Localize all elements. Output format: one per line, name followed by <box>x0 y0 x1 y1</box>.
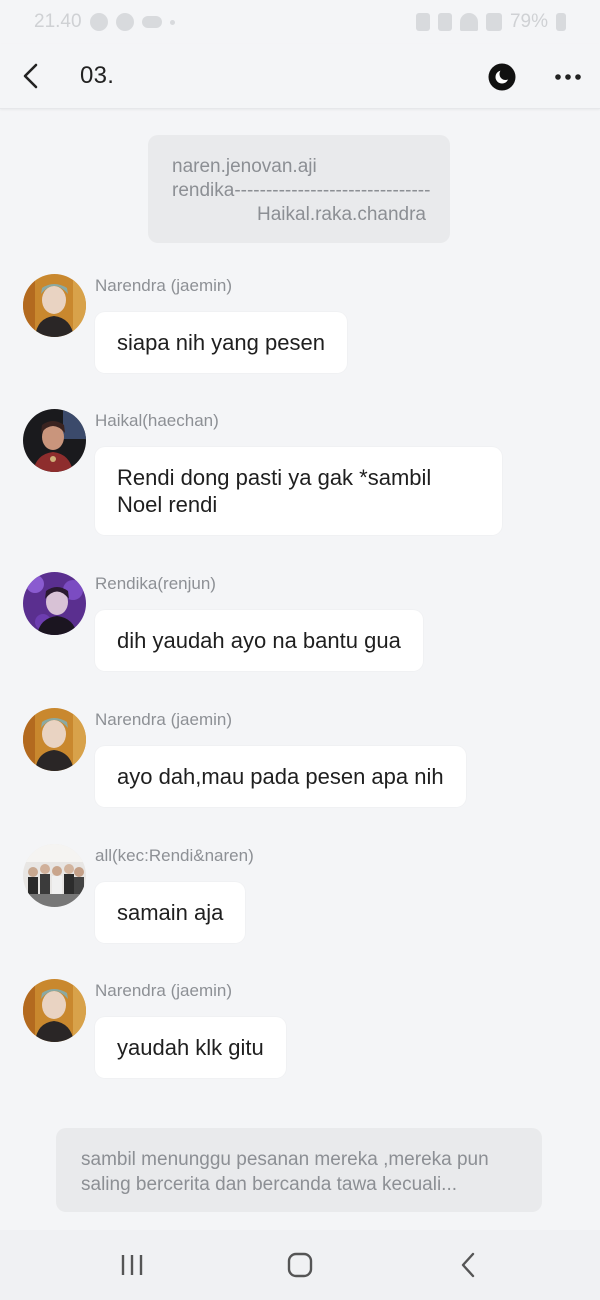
status-right: 79% <box>415 11 566 33</box>
avatar-haechan-icon <box>23 409 86 472</box>
sender-name: Narendra (jaemin) <box>95 276 232 295</box>
avatar[interactable] <box>23 844 86 907</box>
cloud-icon <box>141 16 162 28</box>
avatar[interactable] <box>23 572 86 635</box>
avatar-renjun-icon <box>23 572 86 635</box>
avatar[interactable] <box>23 979 86 1042</box>
system-nav-bar <box>0 1230 600 1300</box>
nav-back-button[interactable] <box>448 1248 488 1282</box>
theme-toggle-button[interactable] <box>486 61 518 93</box>
alarm-icon <box>437 13 452 31</box>
back-button[interactable] <box>10 56 50 96</box>
sender-name: all(kec:Rendi&naren) <box>95 846 254 865</box>
narration-box: sambil menunggu pesanan mereka ,mereka p… <box>56 1128 542 1212</box>
avatar[interactable] <box>23 274 86 337</box>
message-bubble[interactable]: samain aja <box>95 882 246 943</box>
intro-line: naren.jenovan.aji <box>172 156 317 177</box>
home-button[interactable] <box>280 1248 320 1282</box>
sender-name: Narendra (jaemin) <box>95 981 232 1000</box>
battery-icon <box>556 13 566 31</box>
message-bubble[interactable]: yaudah klk gitu <box>95 1017 286 1078</box>
battery-percent: 79% <box>509 11 548 32</box>
recent-apps-icon <box>121 1255 143 1275</box>
intro-line: Haikal.raka.chandra <box>257 204 426 225</box>
sender-name: Haikal(haechan) <box>95 411 219 430</box>
chat-header: 03. <box>0 44 600 109</box>
avatar[interactable] <box>23 409 86 472</box>
status-bar: 21.40 79% <box>0 0 600 44</box>
message-bubble[interactable]: siapa nih yang pesen <box>95 312 347 373</box>
notification-icon <box>115 13 134 31</box>
sender-name: Rendika(renjun) <box>95 574 216 593</box>
message-bubble[interactable]: ayo dah,mau pada pesen apa nih <box>95 746 466 807</box>
intro-box: naren.jenovan.aji rendika---------------… <box>148 135 450 243</box>
avatar[interactable] <box>23 708 86 771</box>
sender-name: Narendra (jaemin) <box>95 710 232 729</box>
moon-icon <box>488 63 516 91</box>
whatsapp-icon <box>89 13 108 31</box>
avatar-group-icon <box>23 844 86 907</box>
status-time: 21.40 <box>34 11 82 32</box>
more-options-button[interactable] <box>550 61 586 93</box>
message-bubble[interactable]: dih yaudah ayo na bantu gua <box>95 610 423 671</box>
chevron-left-icon <box>23 63 38 89</box>
intro-line: rendika------------------------------- <box>172 180 431 201</box>
signal-icon <box>485 13 502 31</box>
recent-apps-button[interactable] <box>112 1248 152 1282</box>
page-title: 03. <box>80 62 115 89</box>
avatar-jaemin-icon <box>23 708 86 771</box>
wifi-icon <box>459 13 478 31</box>
status-left: 21.40 <box>34 11 175 33</box>
avatar-jaemin-icon <box>23 979 86 1042</box>
avatar-jaemin-icon <box>23 274 86 337</box>
back-icon <box>461 1252 475 1278</box>
home-icon <box>287 1252 313 1278</box>
sim-icon <box>415 13 430 31</box>
message-bubble[interactable]: Rendi dong pasti ya gak *sambil Noel ren… <box>95 447 502 535</box>
dot-icon <box>169 19 175 25</box>
more-horizontal-icon <box>555 74 581 80</box>
